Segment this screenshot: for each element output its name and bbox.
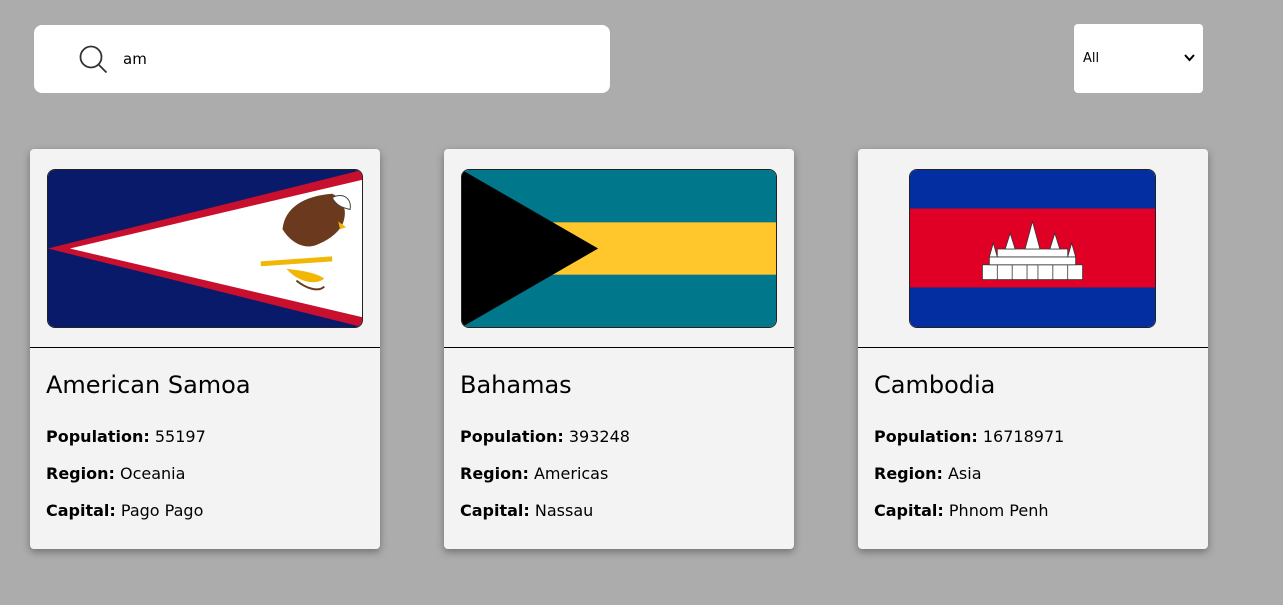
capital-row: Capital: Pago Pago — [46, 501, 203, 520]
population-value: 16718971 — [982, 427, 1065, 446]
population-row: Population: 393248 — [460, 427, 630, 446]
region-label: Region: — [460, 464, 529, 483]
country-card[interactable]: American Samoa Population: 55197 Region:… — [30, 149, 380, 549]
search-icon — [79, 45, 108, 74]
capital-row: Capital: Nassau — [460, 501, 593, 520]
population-label: Population: — [874, 427, 978, 446]
capital-row: Capital: Phnom Penh — [874, 501, 1049, 520]
population-value: 55197 — [154, 427, 206, 446]
country-name: Bahamas — [460, 371, 572, 399]
cambodia-flag — [909, 169, 1156, 328]
search-box[interactable] — [34, 25, 610, 93]
region-label: Region: — [46, 464, 115, 483]
region-filter-select[interactable]: All — [1074, 24, 1203, 93]
search-input[interactable] — [123, 47, 593, 71]
capital-value: Phnom Penh — [948, 501, 1049, 520]
flag-area — [30, 149, 380, 348]
capital-value: Nassau — [534, 501, 594, 520]
bahamas-flag — [461, 169, 777, 328]
population-value: 393248 — [568, 427, 630, 446]
region-value: Americas — [533, 464, 609, 483]
capital-label: Capital: — [46, 501, 116, 520]
region-label: Region: — [874, 464, 943, 483]
region-value: Asia — [947, 464, 982, 483]
chevron-down-icon — [1184, 54, 1195, 62]
flag-area — [858, 149, 1208, 348]
region-filter-value: All — [1083, 51, 1100, 66]
region-row: Region: Asia — [874, 464, 982, 483]
flag-area — [444, 149, 794, 348]
capital-label: Capital: — [874, 501, 944, 520]
country-card[interactable]: Bahamas Population: 393248 Region: Ameri… — [444, 149, 794, 549]
population-row: Population: 16718971 — [874, 427, 1064, 446]
american-samoa-flag — [47, 169, 363, 328]
population-label: Population: — [460, 427, 564, 446]
country-name: Cambodia — [874, 371, 996, 399]
capital-label: Capital: — [460, 501, 530, 520]
population-label: Population: — [46, 427, 150, 446]
country-card[interactable]: Cambodia Population: 16718971 Region: As… — [858, 149, 1208, 549]
country-name: American Samoa — [46, 371, 251, 399]
population-row: Population: 55197 — [46, 427, 206, 446]
region-value: Oceania — [119, 464, 186, 483]
capital-value: Pago Pago — [120, 501, 204, 520]
region-row: Region: Americas — [460, 464, 608, 483]
region-row: Region: Oceania — [46, 464, 185, 483]
